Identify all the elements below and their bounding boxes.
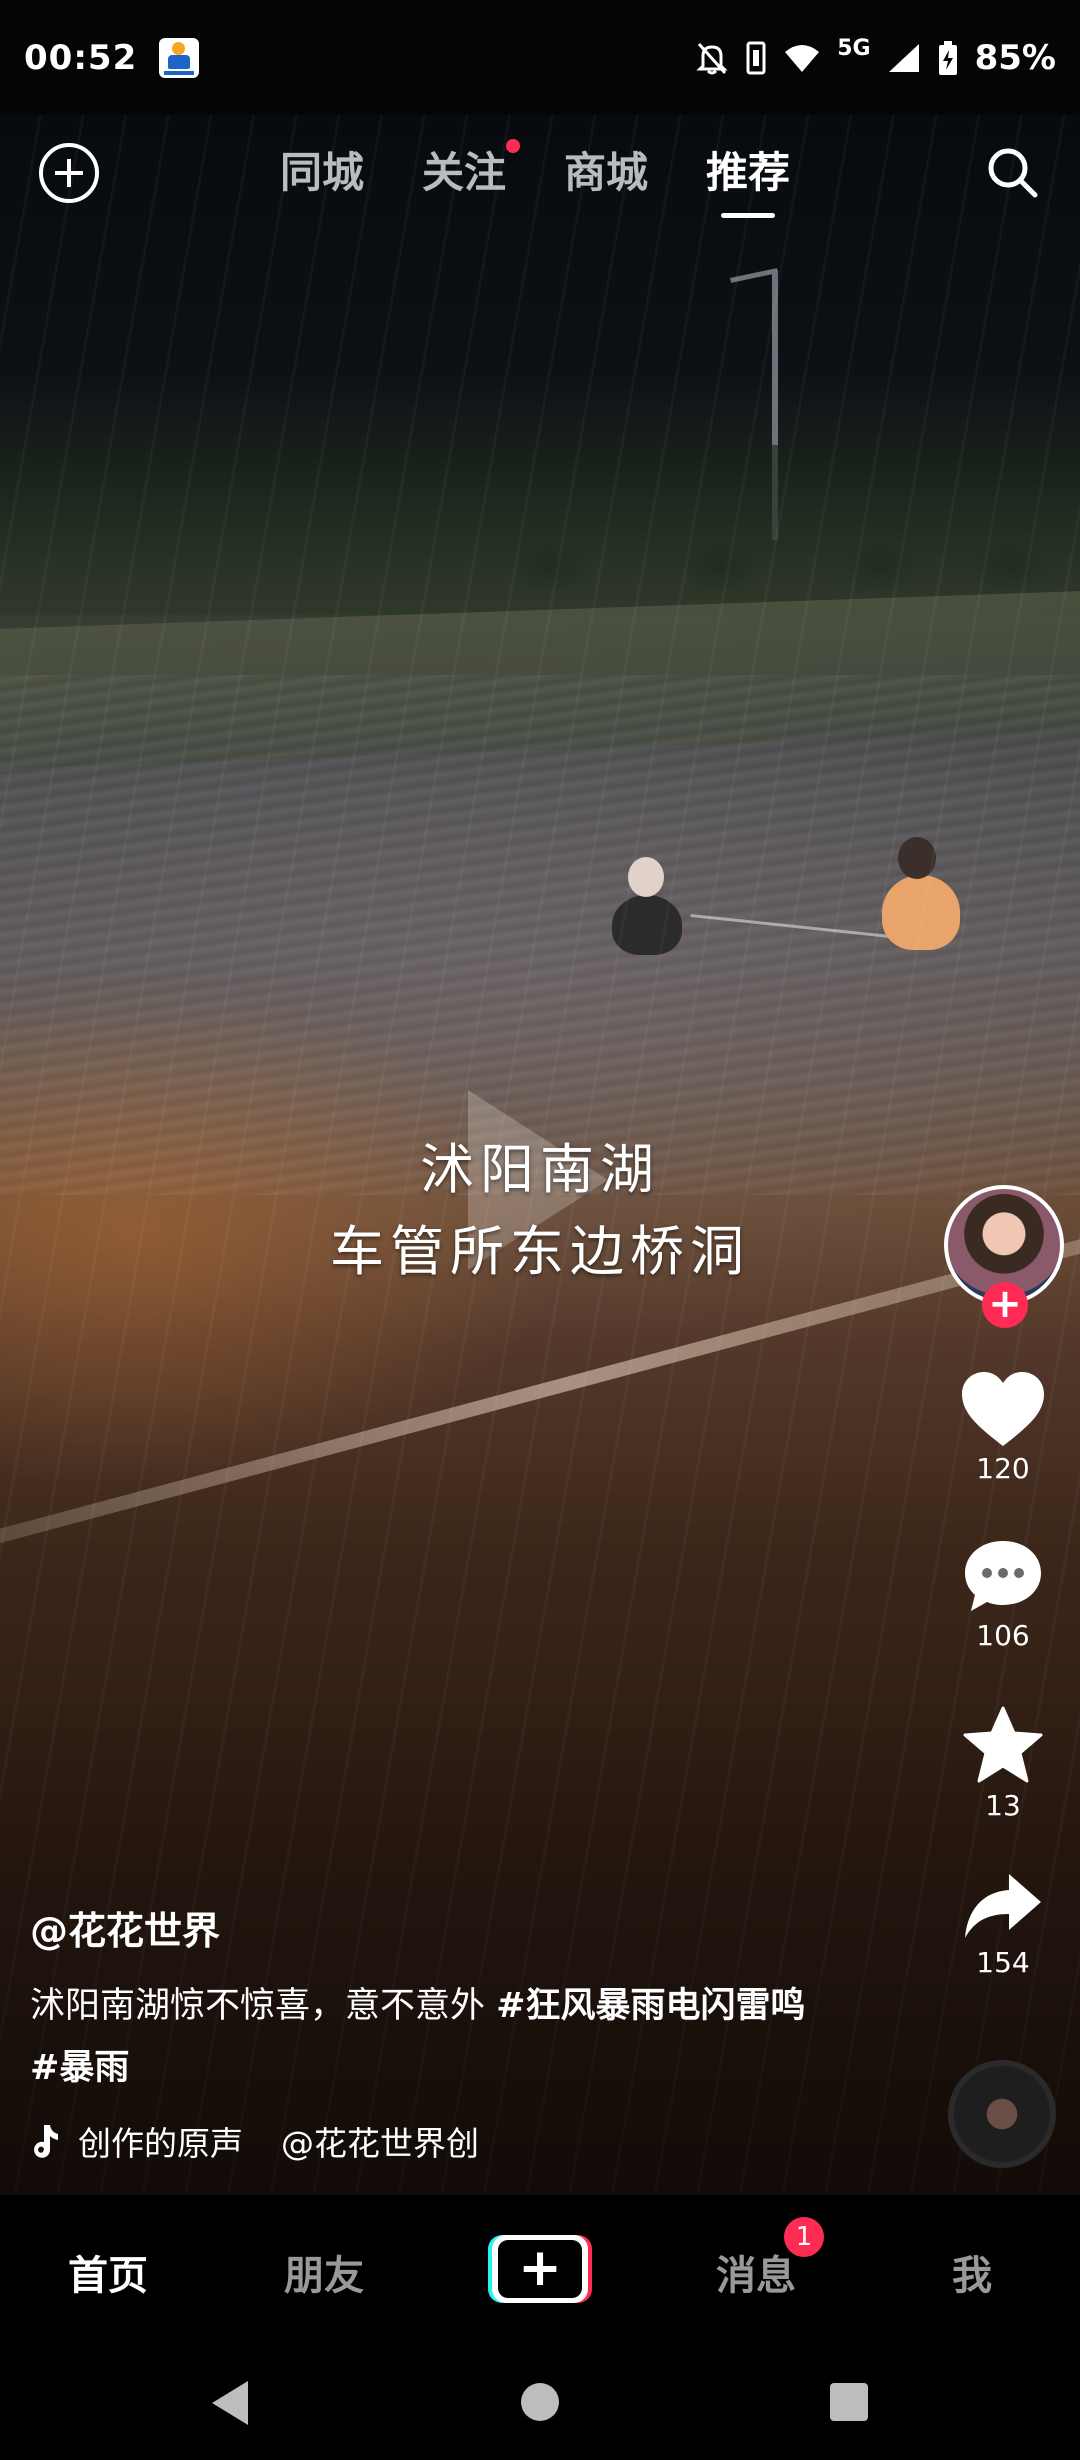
status-icons: 5G 85% bbox=[695, 36, 1056, 78]
network-type: 5G bbox=[837, 36, 871, 61]
recents-icon[interactable] bbox=[830, 2383, 868, 2421]
video-caption-line2: 车管所东边桥洞 bbox=[330, 1220, 750, 1283]
tab-friends[interactable]: 朋友 bbox=[284, 2243, 364, 2301]
active-tab-indicator bbox=[721, 213, 776, 218]
follow-button[interactable]: + bbox=[982, 1282, 1028, 1328]
status-bar: 00:52 5G 85% bbox=[0, 0, 1080, 115]
system-nav-bar bbox=[0, 2345, 1080, 2460]
notification-app-icon bbox=[159, 37, 200, 78]
favorite-button[interactable]: 13 bbox=[940, 1705, 1066, 1822]
messages-badge: 1 bbox=[784, 2217, 824, 2257]
music-title: 创作的原声 bbox=[78, 2124, 243, 2163]
home-icon[interactable] bbox=[521, 2383, 559, 2421]
video-player[interactable]: 沭阳南湖 车管所东边桥洞 bbox=[0, 115, 1080, 2195]
hashtag-link[interactable]: #暴雨 bbox=[30, 2048, 129, 2088]
share-count: 154 bbox=[976, 1946, 1030, 1979]
tab-recommend[interactable]: 推荐 bbox=[706, 139, 790, 218]
like-button[interactable]: 120 bbox=[940, 1370, 1066, 1485]
wifi-icon bbox=[785, 44, 820, 72]
video-info: @花花世界 沭阳南湖惊不惊喜，意不意外 #狂风暴雨电闪雷鸣 #暴雨 创作的原声 … bbox=[30, 1900, 830, 2165]
tab-messages[interactable]: 消息 bbox=[716, 2243, 796, 2301]
top-nav: 同城 关注 商城 推荐 bbox=[0, 115, 1080, 225]
signal-icon bbox=[888, 43, 919, 72]
battery-percent: 85% bbox=[974, 37, 1056, 78]
create-button[interactable]: + bbox=[488, 2235, 592, 2303]
plus-icon: + bbox=[518, 2238, 562, 2298]
tab-following[interactable]: 关注 bbox=[422, 139, 521, 200]
share-arrow-icon bbox=[965, 1874, 1041, 1938]
back-icon[interactable] bbox=[212, 2381, 248, 2425]
new-dot-icon bbox=[506, 139, 521, 153]
hashtag-link[interactable]: #狂风暴雨电闪雷鸣 bbox=[496, 1986, 805, 2026]
video-caption-line1: 沭阳南湖 bbox=[420, 1138, 660, 1201]
mute-bell-icon bbox=[696, 42, 728, 74]
author-name[interactable]: @花花世界 bbox=[30, 1900, 830, 1955]
description-text: 沭阳南湖惊不惊喜，意不意外 bbox=[30, 1986, 497, 2026]
share-button[interactable]: 154 bbox=[940, 1870, 1066, 1979]
comment-count: 106 bbox=[976, 1619, 1030, 1652]
status-time: 00:52 bbox=[24, 37, 138, 78]
music-row[interactable]: 创作的原声 @花花世界创 bbox=[30, 2117, 500, 2165]
video-description: 沭阳南湖惊不惊喜，意不意外 #狂风暴雨电闪雷鸣 #暴雨 bbox=[30, 1975, 820, 2099]
favorite-count: 13 bbox=[985, 1789, 1021, 1822]
vibrate-icon bbox=[746, 41, 766, 74]
tab-home[interactable]: 首页 bbox=[68, 2243, 148, 2301]
heart-icon bbox=[962, 1372, 1044, 1446]
tab-me[interactable]: 我 bbox=[952, 2243, 992, 2301]
comment-button[interactable]: 106 bbox=[940, 1537, 1066, 1652]
star-icon bbox=[963, 1706, 1043, 1783]
music-note-icon bbox=[34, 2125, 58, 2158]
feed-tabs: 同城 关注 商城 推荐 bbox=[280, 139, 790, 218]
bottom-tab-bar: 首页 朋友 + 消息 1 我 bbox=[0, 2195, 1080, 2345]
comment-icon bbox=[965, 1541, 1041, 1611]
music-disc-icon[interactable] bbox=[948, 2060, 1056, 2168]
screen: 00:52 5G 85% 沭阳南湖 车管所东边桥洞 同城 关注 商城 推荐 + … bbox=[0, 0, 1080, 2460]
tab-local[interactable]: 同城 bbox=[280, 139, 364, 200]
search-icon[interactable] bbox=[984, 144, 1040, 200]
music-author: @花花世界创 bbox=[281, 2124, 479, 2163]
battery-icon bbox=[938, 40, 957, 75]
tab-mall[interactable]: 商城 bbox=[564, 139, 648, 200]
add-circle-icon[interactable] bbox=[39, 143, 99, 203]
like-count: 120 bbox=[976, 1452, 1030, 1485]
